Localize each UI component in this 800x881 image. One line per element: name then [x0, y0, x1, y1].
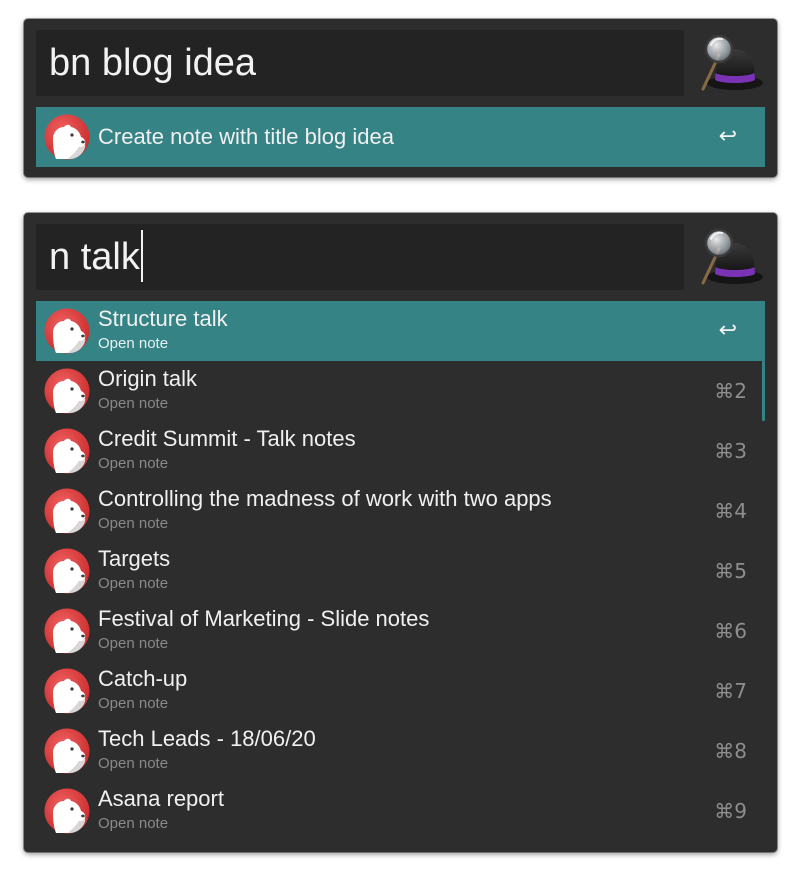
result-title: Festival of Marketing - Slide notes	[98, 606, 430, 631]
result-row[interactable]: Catch-up Open note ⌘7	[36, 661, 765, 721]
result-subtitle: Open note	[98, 815, 169, 832]
result-title: Origin talk	[98, 366, 198, 391]
result-shortcut: ⌘5	[714, 559, 747, 583]
result-shortcut: ⌘2	[714, 379, 747, 403]
bear-app-icon	[44, 788, 90, 834]
alfred-window-2: n talk Structure talk Open note ↩ Origin…	[24, 213, 777, 852]
result-title: Controlling the madness of work with two…	[98, 486, 552, 511]
result-subtitle: Open note	[98, 635, 169, 652]
result-subtitle: Open note	[98, 515, 169, 532]
scrollbar-thumb[interactable]	[762, 361, 765, 421]
bear-app-icon	[44, 728, 90, 774]
alfred-hat-icon	[697, 227, 765, 287]
result-title: Credit Summit - Talk notes	[98, 426, 356, 451]
result-row[interactable]: Controlling the madness of work with two…	[36, 481, 765, 541]
result-subtitle: Open note	[98, 755, 169, 772]
result-shortcut: ⌘3	[714, 439, 747, 463]
result-title: Catch-up	[98, 666, 188, 691]
return-key-icon: ↩	[718, 124, 737, 149]
query-field[interactable]: n talk	[36, 224, 684, 290]
result-row[interactable]: Festival of Marketing - Slide notes Open…	[36, 601, 765, 661]
result-title: Create note with title blog idea	[98, 124, 394, 149]
query-field[interactable]: bn blog idea	[36, 30, 684, 96]
result-row[interactable]: Structure talk Open note ↩	[36, 301, 765, 361]
result-row[interactable]: Targets Open note ⌘5	[36, 541, 765, 601]
result-row[interactable]: Asana report Open note ⌘9	[36, 781, 765, 841]
result-title: Asana report	[98, 786, 224, 811]
result-title: Structure talk	[98, 306, 228, 331]
return-key-icon: ↩	[718, 318, 737, 343]
result-subtitle: Open note	[98, 455, 169, 472]
alfred-window-1: bn blog idea Create note with title blog…	[24, 19, 777, 177]
bear-app-icon	[44, 608, 90, 654]
result-row[interactable]: Origin talk Open note ⌘2	[36, 361, 765, 421]
bear-app-icon	[44, 668, 90, 714]
result-row[interactable]: Credit Summit - Talk notes Open note ⌘3	[36, 421, 765, 481]
alfred-hat-icon	[697, 33, 765, 93]
text-caret	[140, 229, 143, 282]
result-subtitle: Open note	[98, 575, 169, 592]
result-row[interactable]: Create note with title blog idea ↩	[36, 107, 765, 167]
result-shortcut: ⌘8	[714, 739, 747, 763]
result-shortcut: ⌘7	[714, 679, 747, 703]
bear-app-icon	[44, 488, 90, 534]
query-text: n talk	[49, 236, 140, 278]
result-shortcut: ⌘4	[714, 499, 747, 523]
result-title: Tech Leads - 18/06/20	[98, 726, 316, 751]
result-shortcut: ⌘6	[714, 619, 747, 643]
bear-app-icon	[44, 548, 90, 594]
result-title: Targets	[98, 546, 171, 571]
result-shortcut: ⌘9	[714, 799, 747, 823]
bear-app-icon	[44, 308, 90, 354]
result-subtitle: Open note	[98, 695, 169, 712]
query-text: bn blog idea	[49, 42, 257, 84]
bear-app-icon	[44, 368, 90, 414]
result-subtitle: Open note	[98, 395, 169, 412]
result-row[interactable]: Tech Leads - 18/06/20 Open note ⌘8	[36, 721, 765, 781]
bear-app-icon	[44, 114, 90, 160]
bear-app-icon	[44, 428, 90, 474]
result-subtitle: Open note	[98, 335, 169, 352]
